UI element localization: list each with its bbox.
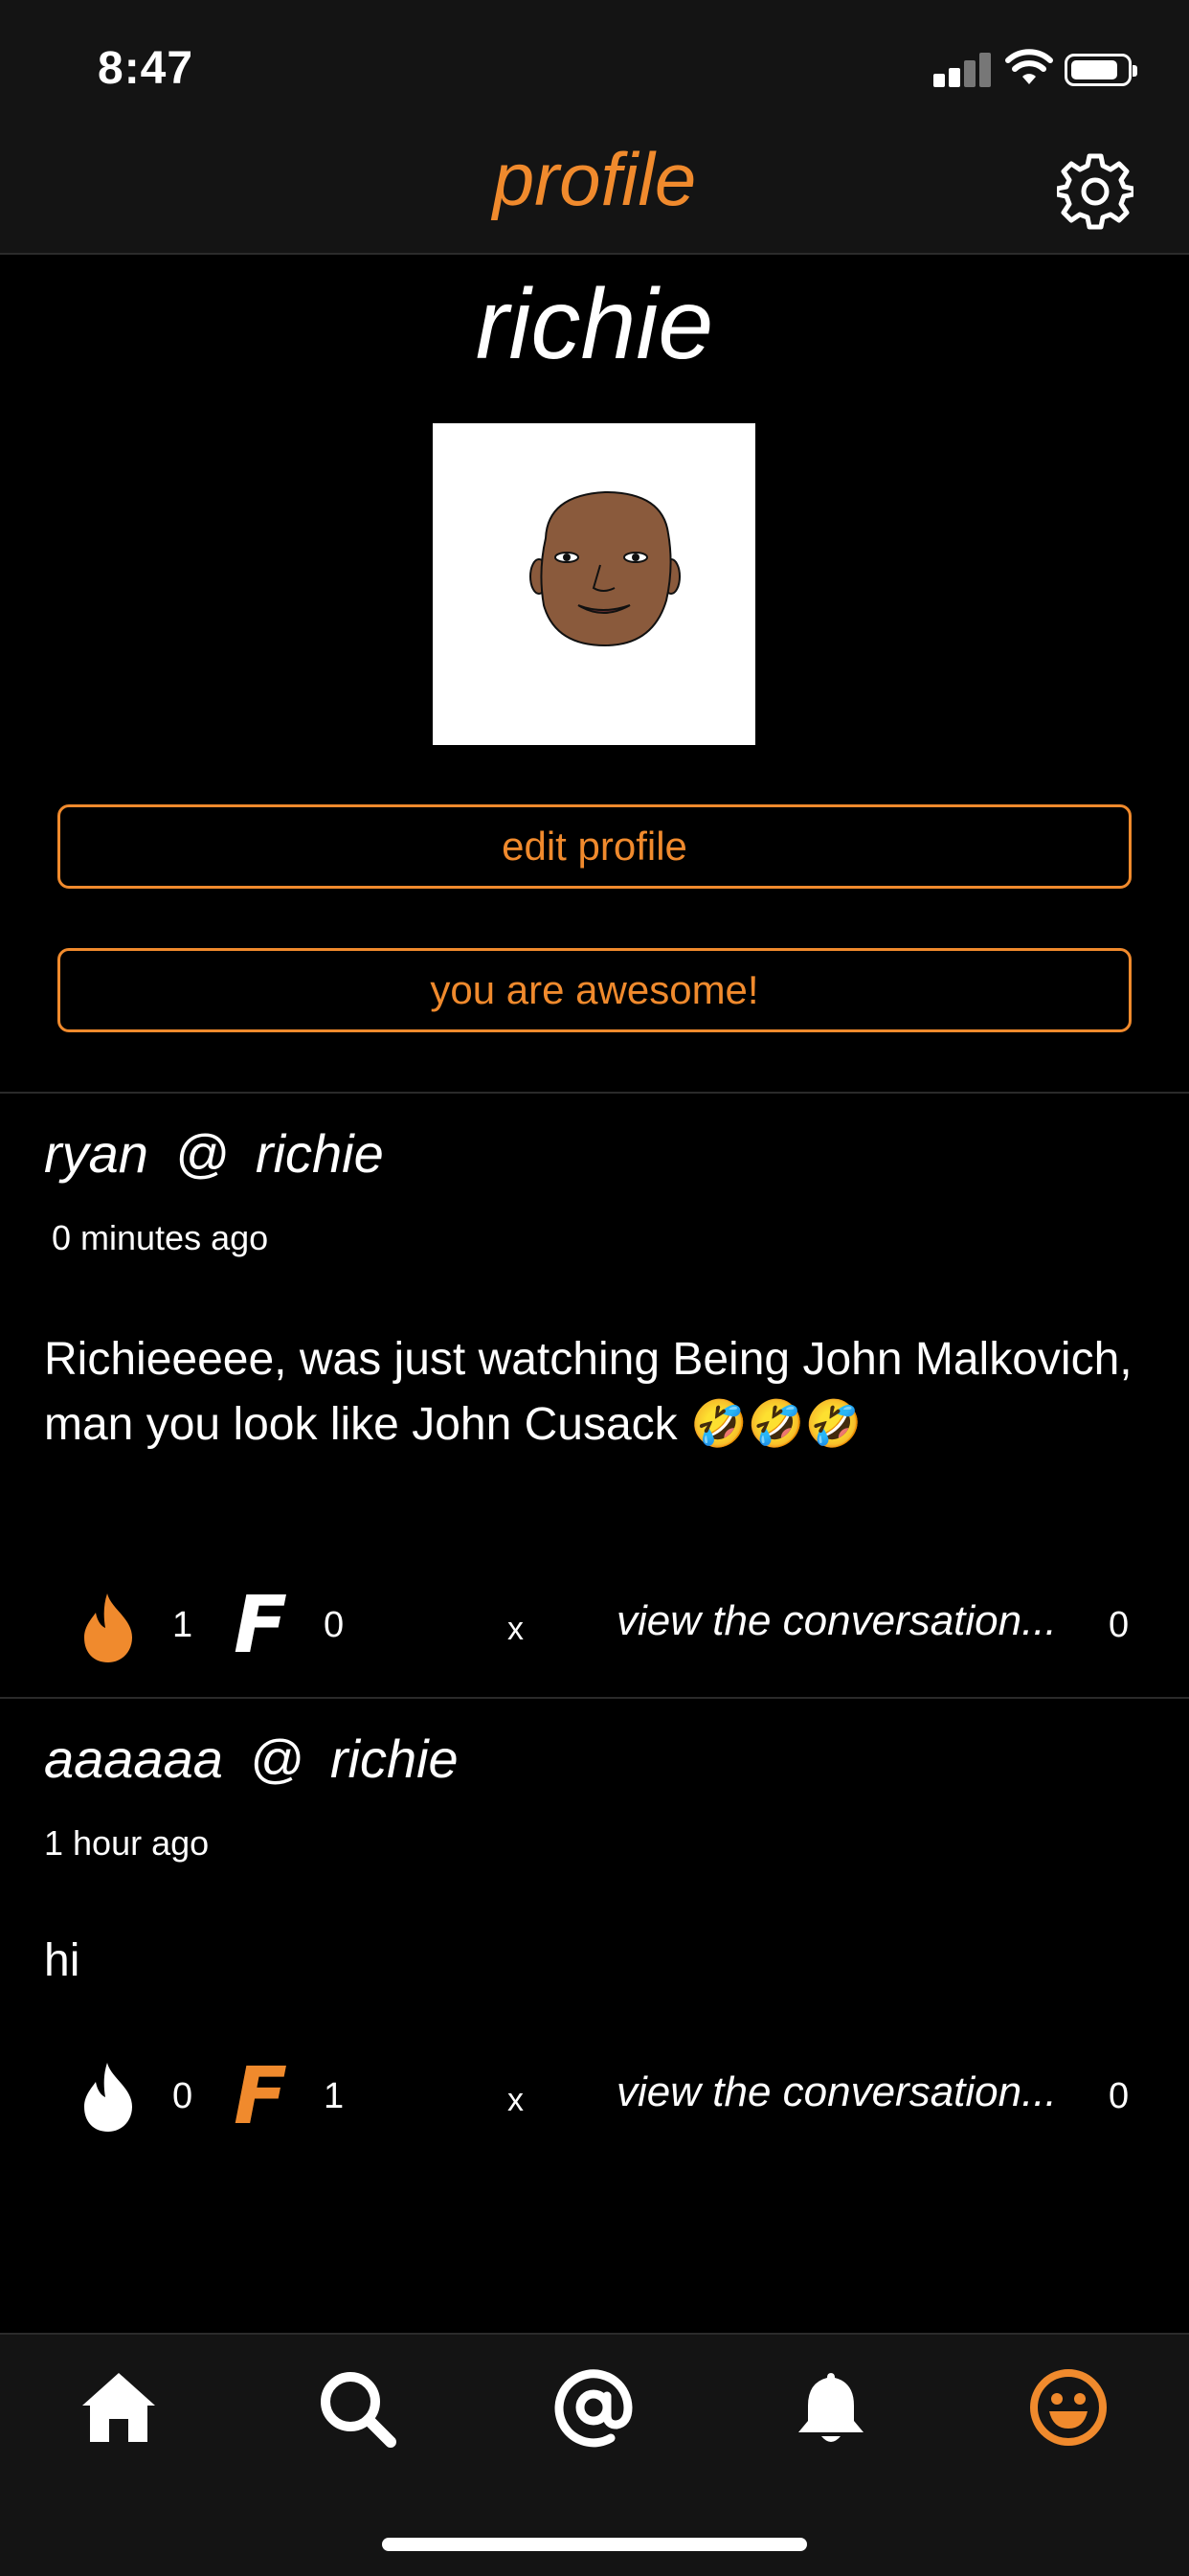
at-sign-icon[interactable] [553,2367,634,2448]
close-button[interactable]: x [507,1611,524,1648]
f-icon[interactable]: F [234,1580,287,1671]
post-body: hi [44,1935,80,1986]
avatar [433,423,755,745]
post-timestamp: 1 hour ago [44,1823,210,1863]
fire-count: 1 [172,1605,193,1645]
post-recipient[interactable]: richie [330,1729,459,1789]
battery-icon [1065,54,1137,86]
reply-count: 0 [1109,2076,1130,2116]
home-icon[interactable] [79,2367,159,2448]
close-button[interactable]: x [507,2082,524,2119]
divider [0,1697,1189,1699]
reply-count: 0 [1109,1605,1130,1645]
home-indicator [382,2538,807,2551]
profile-username: richie [475,269,714,380]
post-header: ryan @ richie [44,1122,384,1185]
fire-count: 0 [172,2076,193,2116]
post-author[interactable]: ryan [44,1123,148,1184]
fire-icon[interactable] [79,1592,138,1662]
divider [0,1092,1189,1094]
f-count: 1 [324,2076,345,2116]
bell-icon[interactable] [791,2367,871,2448]
wifi-icon [1005,49,1053,84]
view-conversation-link[interactable]: view the conversation... [617,1597,1057,1645]
search-icon[interactable] [316,2367,396,2448]
status-time: 8:47 [98,43,194,94]
post-recipient[interactable]: richie [256,1123,384,1184]
compliment-button[interactable]: you are awesome! [57,948,1132,1032]
settings-gear-icon[interactable] [1057,153,1133,230]
fire-icon[interactable] [79,2061,138,2132]
avatar-face-drawing [529,490,681,647]
post-author[interactable]: aaaaaa [44,1729,223,1789]
edit-profile-button[interactable]: edit profile [57,804,1132,889]
smiley-profile-icon[interactable] [1028,2367,1109,2448]
at-symbol: @ [174,1123,230,1184]
page-title: profile [492,137,697,221]
post-timestamp: 0 minutes ago [52,1218,269,1257]
post-header: aaaaaa @ richie [44,1728,459,1790]
post-body: Richieeeee, was just watching Being John… [44,1334,1133,1450]
cellular-signal-icon [933,53,991,87]
view-conversation-link[interactable]: view the conversation... [617,2068,1057,2116]
f-icon[interactable]: F [234,2051,287,2142]
at-symbol: @ [249,1729,304,1789]
f-count: 0 [324,1605,345,1645]
